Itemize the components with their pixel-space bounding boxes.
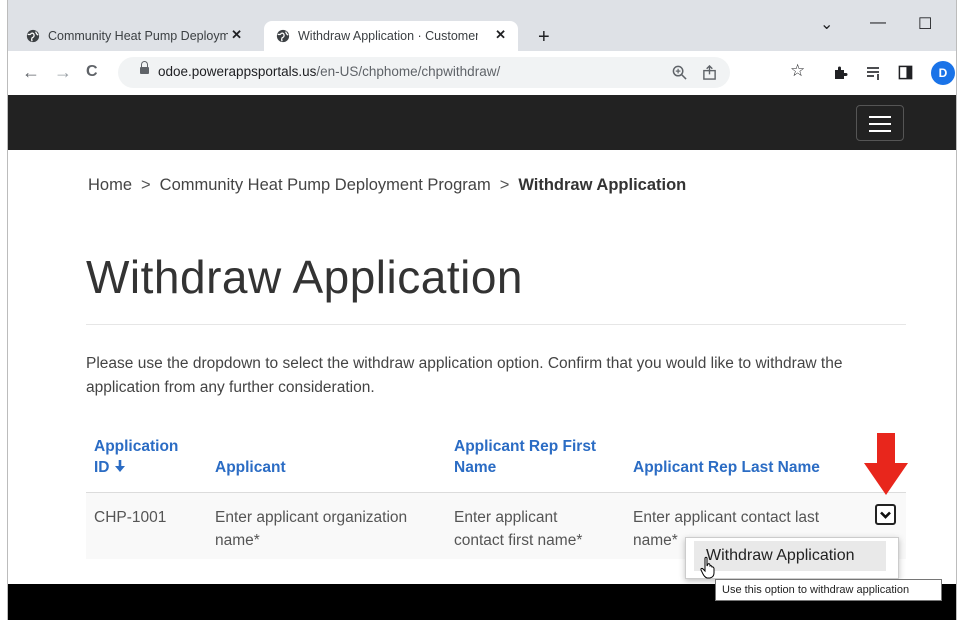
reload-button[interactable]: C [86, 63, 98, 81]
red-arrow-icon [864, 433, 908, 495]
site-header [8, 95, 956, 150]
new-tab-button[interactable]: + [538, 26, 550, 49]
globe-icon [26, 29, 40, 43]
breadcrumb-current: Withdraw Application [518, 176, 687, 194]
address-bar-row: ← → C odoe.powerappsportals.us/en-US/chp… [8, 51, 956, 96]
breadcrumb-separator: > [141, 176, 151, 194]
cell-application-id: CHP-1001 [94, 509, 167, 526]
hamburger-bar [869, 116, 891, 118]
extensions-icon[interactable] [832, 65, 848, 81]
close-icon[interactable]: ✕ [495, 27, 506, 43]
maximize-button[interactable]: ☐ [918, 14, 932, 34]
zoom-icon[interactable] [672, 65, 687, 80]
withdraw-application-menu-item[interactable]: Withdraw Application [694, 541, 886, 571]
tab-search-chevron-icon[interactable]: ⌄ [820, 14, 833, 34]
column-header-rep-last-name[interactable]: Applicant Rep Last Name [633, 457, 820, 478]
avatar[interactable]: D [931, 61, 955, 85]
breadcrumb-program-link[interactable]: Community Heat Pump Deployment Program [160, 176, 491, 194]
tab-title: Withdraw Application · Customer [298, 29, 478, 43]
tab-title: Community Heat Pump Deployme [48, 29, 228, 43]
tab-strip: Community Heat Pump Deployme ✕ Withdraw … [8, 0, 956, 51]
hamburger-bar [869, 123, 891, 125]
share-icon[interactable] [702, 65, 717, 80]
lock-icon[interactable] [140, 61, 149, 74]
tab-withdraw-application[interactable]: Withdraw Application · Customer ✕ [264, 21, 518, 51]
hamburger-bar [869, 130, 891, 132]
reading-list-icon[interactable] [866, 65, 882, 81]
cell-rep-first-name: Enter applicant contact first name* [454, 509, 583, 549]
sort-descending-icon[interactable] [114, 459, 126, 473]
breadcrumb-home-link[interactable]: Home [88, 176, 132, 194]
breadcrumb-separator: > [499, 176, 510, 194]
url-field[interactable]: odoe.powerappsportals.us/en-US/chphome/c… [118, 57, 730, 88]
intro-text: Please use the dropdown to select the wi… [86, 355, 843, 396]
forward-button[interactable]: → [54, 62, 72, 83]
minimize-button[interactable]: — [870, 14, 886, 32]
url-text: odoe.powerappsportals.us/en-US/chphome/c… [158, 64, 501, 79]
hand-cursor-icon [700, 556, 715, 579]
globe-icon [276, 29, 290, 43]
row-actions-dropdown-button[interactable] [875, 504, 896, 525]
breadcrumb: Home > Community Heat Pump Deployment Prog… [88, 176, 686, 195]
menu-toggle-button[interactable] [856, 105, 904, 141]
back-button[interactable]: ← [22, 62, 40, 83]
chevron-down-icon [880, 511, 891, 519]
column-header-applicant[interactable]: Applicant [215, 457, 286, 478]
close-icon[interactable]: ✕ [231, 27, 242, 43]
tab-community-heat-pump[interactable]: Community Heat Pump Deployme ✕ [14, 21, 254, 51]
star-icon[interactable]: ☆ [790, 61, 805, 81]
page-title: Withdraw Application [86, 251, 523, 303]
title-divider [86, 324, 906, 325]
tooltip: Use this option to withdraw application [715, 579, 942, 601]
column-header-rep-first-name[interactable]: Applicant Rep First Name [454, 436, 596, 478]
column-header-application-id[interactable]: Application ID [94, 436, 178, 478]
cell-applicant: Enter applicant organization name* [215, 509, 408, 549]
side-panel-icon[interactable] [898, 65, 913, 80]
